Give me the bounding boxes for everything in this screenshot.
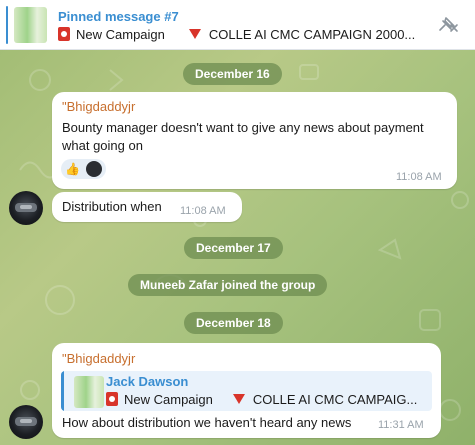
avatar[interactable]	[9, 405, 43, 439]
reactor-avatar	[86, 161, 102, 177]
reply-preview-part1: New Campaign	[124, 392, 213, 407]
message-bubble[interactable]: Distribution when 11:08 AM	[52, 192, 242, 222]
red-triangle-down-icon	[232, 394, 245, 404]
thumbs-up-icon: 👍	[65, 162, 80, 176]
reply-preview: New Campaign COLLE AI CMC CAMPAIG...	[106, 392, 417, 407]
date-separator: December 16	[183, 63, 282, 85]
pinned-preview-part1: New Campaign	[76, 27, 165, 42]
reply-quote[interactable]: Jack Dawson New Campaign COLLE AI CMC CAM…	[61, 371, 432, 411]
message-time: 11:08 AM	[396, 171, 442, 183]
message-time: 11:31 AM	[378, 419, 424, 431]
sender-name[interactable]: "Bhigdaddyjr	[62, 99, 135, 114]
red-badge-icon	[106, 392, 118, 406]
unpin-icon[interactable]	[434, 14, 460, 36]
pinned-preview-part2: COLLE AI CMC CAMPAIGN 2000...	[208, 27, 416, 42]
date-separator: December 18	[184, 312, 283, 334]
pinned-message-bar[interactable]: Pinned message #7 New Campaign COLLE AI C…	[0, 0, 475, 50]
message-text-line: Bounty manager doesn't want to give any …	[62, 120, 424, 135]
reply-preview-part2: COLLE AI CMC CAMPAIG...	[252, 392, 418, 407]
message-bubble[interactable]: "Bhigdaddyjr Jack Dawson New Campaign COL…	[52, 343, 441, 438]
pinned-accent-bar	[6, 6, 8, 44]
message-text: How about distribution we haven't heard …	[62, 415, 352, 430]
message-bubble[interactable]: "Bhigdaddyjr Bounty manager doesn't want…	[52, 92, 457, 189]
pinned-title: Pinned message #7	[58, 9, 179, 24]
reaction-chip[interactable]: 👍	[61, 159, 106, 179]
red-badge-icon	[58, 27, 70, 41]
date-separator: December 17	[184, 237, 283, 259]
pinned-preview: New Campaign COLLE AI CMC CAMPAIGN 2000..…	[58, 27, 418, 42]
reply-thumbnail	[74, 376, 104, 408]
message-text: Distribution when	[62, 199, 162, 214]
service-message: Muneeb Zafar joined the group	[128, 274, 328, 296]
message-time: 11:08 AM	[180, 205, 226, 217]
avatar[interactable]	[9, 191, 43, 225]
red-triangle-down-icon	[188, 29, 201, 39]
message-text-line: what going on	[62, 138, 143, 153]
reply-author: Jack Dawson	[106, 374, 189, 389]
reply-accent-bar	[61, 371, 64, 411]
pinned-thumbnail	[14, 7, 47, 43]
sender-name[interactable]: "Bhigdaddyjr	[62, 351, 135, 366]
